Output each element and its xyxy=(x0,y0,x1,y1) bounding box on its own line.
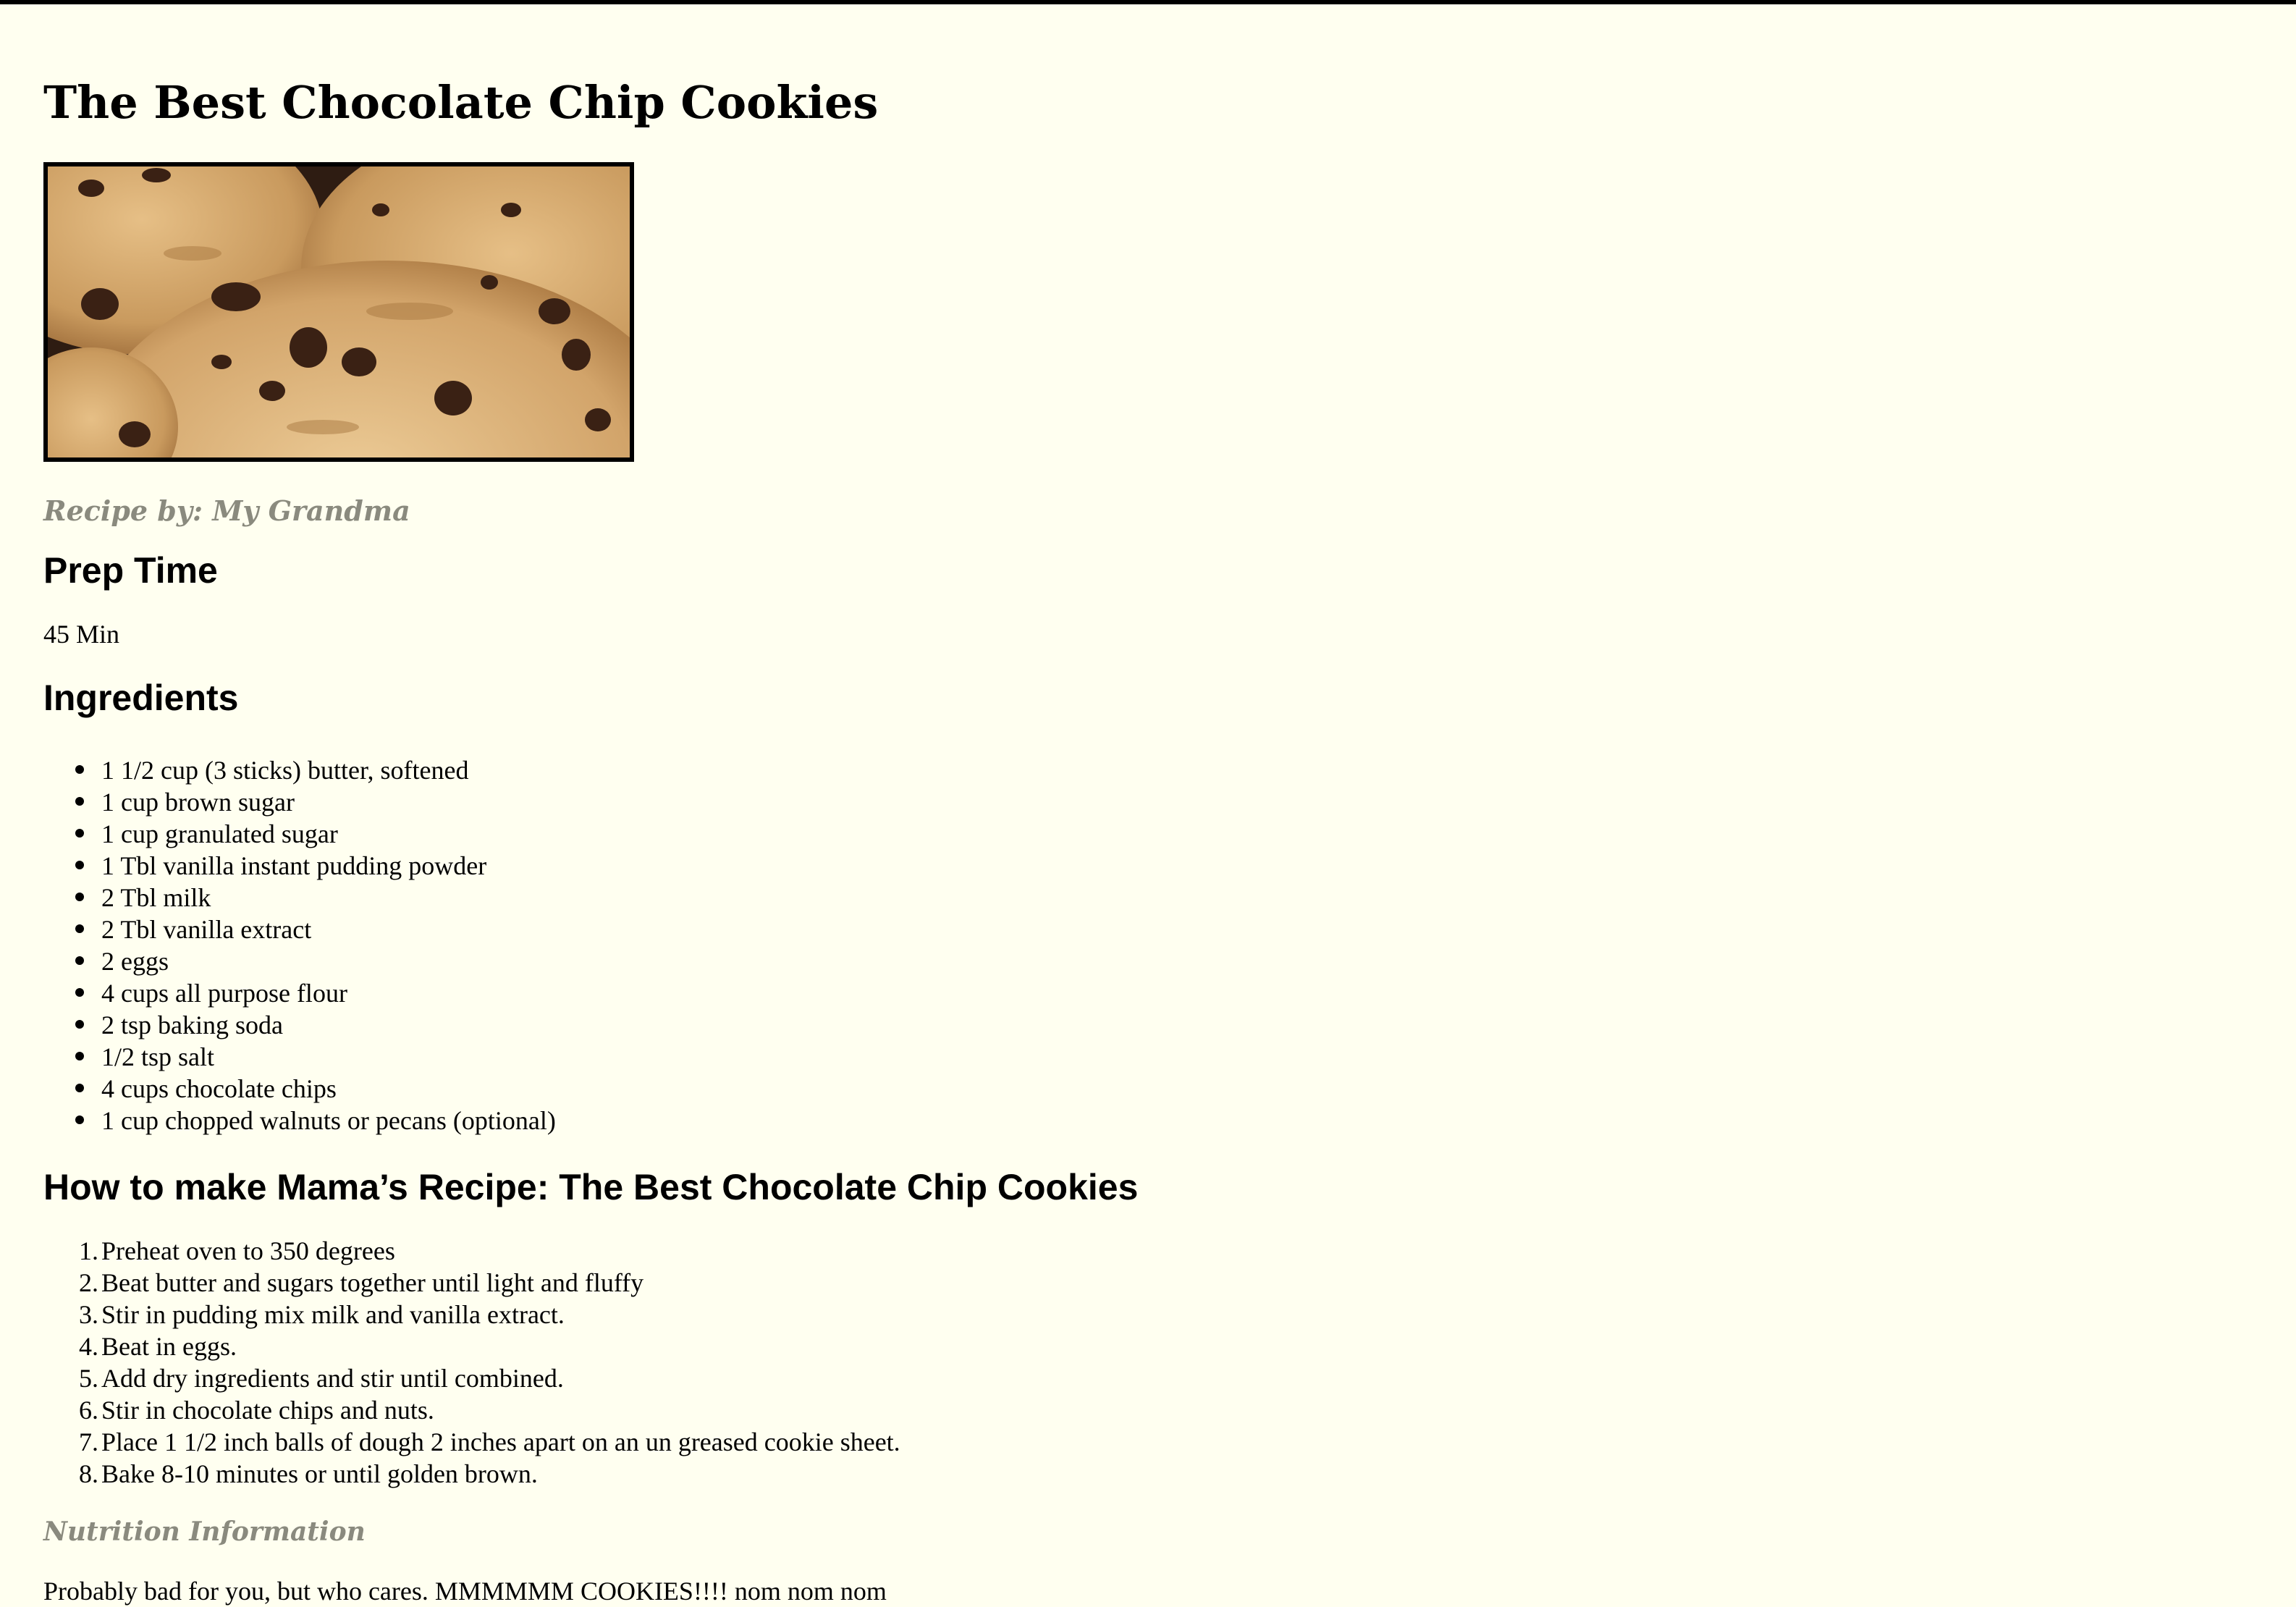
direction-step: 7. Place 1 1/2 inch balls of dough 2 inch… xyxy=(79,1427,900,1456)
ingredient-item: 1 1/2 cup (3 sticks) butter, softened xyxy=(43,754,556,786)
ingredient-item: 1 Tbl vanilla instant pudding powder xyxy=(43,850,556,882)
ingredient-item: 2 tsp baking soda xyxy=(43,1009,556,1041)
ingredient-item: 2 Tbl milk xyxy=(43,882,556,914)
bullet-icon xyxy=(75,1052,84,1060)
direction-step: 2. Beat butter and sugars together until … xyxy=(79,1268,644,1297)
bullet-icon xyxy=(75,1020,84,1029)
bullet-icon xyxy=(75,1084,84,1092)
page-title: The Best Chocolate Chip Cookies xyxy=(43,76,879,129)
direction-step: 1. Preheat oven to 350 degrees xyxy=(79,1236,395,1265)
bullet-icon xyxy=(75,797,84,806)
ingredient-item: 4 cups chocolate chips xyxy=(43,1073,556,1105)
ingredient-item: 1/2 tsp salt xyxy=(43,1041,556,1073)
ingredient-item: 1 cup chopped walnuts or pecans (optiona… xyxy=(43,1105,556,1136)
recipe-byline: Recipe by: My Grandma xyxy=(43,494,410,527)
prep-time-heading: Prep Time xyxy=(43,550,218,591)
direction-step: 6. Stir in chocolate chips and nuts. xyxy=(79,1396,434,1425)
directions-heading: How to make Mama’s Recipe: The Best Choc… xyxy=(43,1167,1139,1207)
prep-time-value: 45 Min xyxy=(43,620,120,649)
direction-step: 5. Add dry ingredients and stir until com… xyxy=(79,1364,564,1393)
ingredient-item: 1 cup brown sugar xyxy=(43,786,556,818)
ingredient-item: 4 cups all purpose flour xyxy=(43,977,556,1009)
chocolate-chip-cookies-photo xyxy=(48,166,630,457)
bullet-icon xyxy=(75,893,84,901)
nutrition-heading: Nutrition Information xyxy=(43,1517,366,1547)
ingredient-item: 2 eggs xyxy=(43,945,556,977)
bullet-icon xyxy=(75,924,84,933)
ingredients-list: 1 1/2 cup (3 sticks) butter, softened 1 … xyxy=(43,754,556,1136)
direction-step: 3. Stir in pudding mix milk and vanilla e… xyxy=(79,1300,565,1329)
bullet-icon xyxy=(75,988,84,997)
bullet-icon xyxy=(75,765,84,774)
cookie-photo xyxy=(43,162,634,462)
direction-step: 8. Bake 8-10 minutes or until golden brow… xyxy=(79,1459,538,1488)
direction-step: 4. Beat in eggs. xyxy=(79,1332,237,1361)
bullet-icon xyxy=(75,861,84,869)
ingredient-item: 1 cup granulated sugar xyxy=(43,818,556,850)
nutrition-text: Probably bad for you, but who cares. MMM… xyxy=(43,1577,887,1606)
top-border xyxy=(0,0,2296,4)
directions-list: 1. Preheat oven to 350 degrees 2. Beat but… xyxy=(43,1235,900,1490)
ingredients-heading: Ingredients xyxy=(43,678,239,718)
bullet-icon xyxy=(75,956,84,965)
ingredient-item: 2 Tbl vanilla extract xyxy=(43,914,556,945)
bullet-icon xyxy=(75,1115,84,1124)
bullet-icon xyxy=(75,829,84,838)
